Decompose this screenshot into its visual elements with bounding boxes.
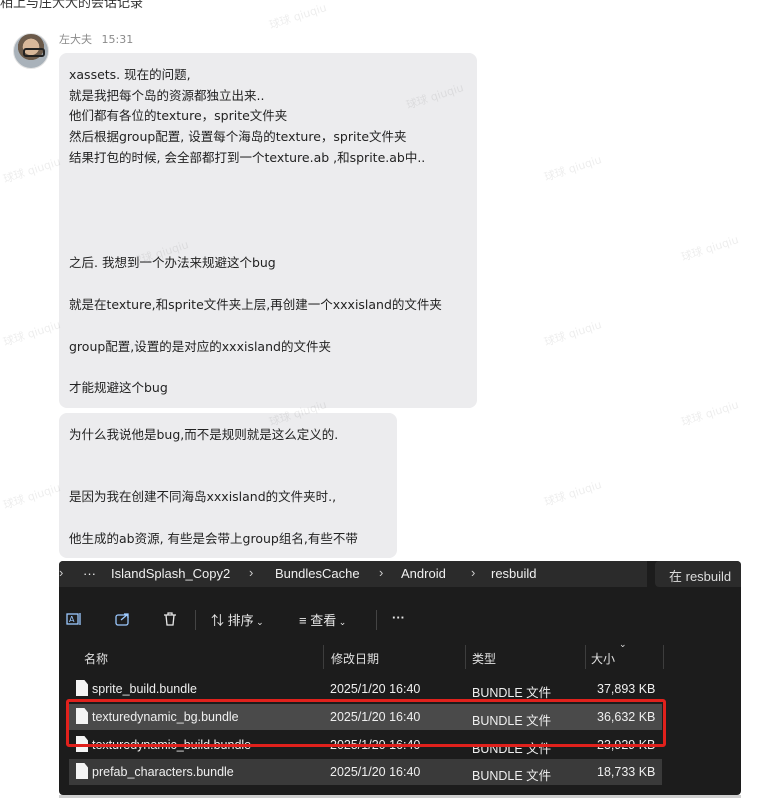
- message-bubble[interactable]: 为什么我说他是bug,而不是规则就是这么定义的. 是因为我在创建不同海岛xxxi…: [59, 413, 397, 558]
- message-line: 他们都有各位的texture，sprite文件夹: [69, 108, 288, 123]
- message-line: group配置,设置的是对应的xxxisland的文件夹: [69, 339, 331, 354]
- scroll-edge: [59, 795, 741, 798]
- file-size: 37,893 KB: [597, 682, 656, 696]
- message-line: 之后. 我想到一个办法来规避这个bug: [69, 255, 276, 270]
- search-input[interactable]: 在 resbuild: [655, 561, 741, 587]
- delete-icon[interactable]: [162, 611, 178, 627]
- chevron-right-icon: ›: [379, 565, 384, 580]
- table-row[interactable]: prefab_characters.bundle 2025/1/20 16:40…: [69, 759, 662, 785]
- chevron-down-icon: ⌄: [336, 617, 347, 627]
- share-icon[interactable]: [115, 611, 131, 627]
- message-line: 才能规避这个bug: [69, 380, 168, 395]
- file-icon: [76, 680, 88, 696]
- chevron-down-icon: ⌄: [253, 617, 264, 627]
- file-type: BUNDLE 文件: [472, 769, 552, 783]
- sort-button[interactable]: ⇅ 排序 ⌄: [211, 610, 264, 629]
- breadcrumb-item[interactable]: BundlesCache: [275, 566, 360, 581]
- file-size: 18,733 KB: [597, 765, 656, 779]
- message-time: 15:31: [101, 33, 134, 46]
- column-header-name[interactable]: 名称: [84, 650, 108, 667]
- watermark: 球球 qiuqiu: [679, 233, 741, 264]
- watermark: 球球 qiuqiu: [679, 398, 741, 429]
- message-line: xassets. 现在的问题,: [69, 67, 191, 82]
- view-icon: ≡: [299, 613, 311, 628]
- breadcrumb-item[interactable]: resbuild: [491, 566, 537, 581]
- message-bubble[interactable]: xassets. 现在的问题, 就是我把每个岛的资源都独立出来.. 他们都有各位…: [59, 53, 477, 408]
- message-line: 然后根据group配置, 设置每个海岛的texture，sprite文件夹: [69, 129, 407, 144]
- message-line: 是因为我在创建不同海岛xxxisland的文件夹时.,: [69, 489, 337, 504]
- watermark: 球球 qiuqiu: [267, 1, 329, 32]
- message-line: 就是我把每个岛的资源都独立出来..: [69, 88, 265, 103]
- message-line: 结果打包的时候, 会全部都打到一个texture.ab ,和sprite.ab中…: [69, 150, 426, 165]
- watermark: 球球 qiuqiu: [542, 478, 604, 509]
- breadcrumb-item[interactable]: Android: [401, 566, 446, 581]
- breadcrumb-item[interactable]: IslandSplash_Copy2: [111, 566, 230, 581]
- address-bar[interactable]: › ··· IslandSplash_Copy2 › BundlesCache …: [59, 561, 647, 587]
- message-line: 他生成的ab资源, 有些是会带上group组名,有些不带: [69, 531, 358, 546]
- watermark: 球球 qiuqiu: [1, 318, 63, 349]
- avatar[interactable]: [13, 33, 49, 69]
- file-date: 2025/1/20 16:40: [330, 682, 421, 696]
- column-header-type[interactable]: 类型: [472, 650, 496, 667]
- column-divider[interactable]: [663, 645, 664, 669]
- message-line: 为什么我说他是bug,而不是规则就是这么定义的.: [69, 427, 339, 442]
- more-options-button[interactable]: ···: [392, 610, 405, 625]
- watermark: 球球 qiuqiu: [1, 481, 63, 512]
- column-divider[interactable]: [585, 645, 586, 669]
- watermark: 球球 qiuqiu: [542, 318, 604, 349]
- view-button[interactable]: ≡ 查看 ⌄: [299, 610, 346, 629]
- column-header-date[interactable]: 修改日期: [331, 650, 379, 667]
- breadcrumb-more[interactable]: ···: [83, 566, 96, 581]
- column-header-size[interactable]: 大小: [591, 650, 615, 667]
- file-explorer-screenshot: › ··· IslandSplash_Copy2 › BundlesCache …: [59, 561, 741, 795]
- chevron-right-icon: ›: [249, 565, 254, 580]
- watermark: 球球 qiuqiu: [1, 155, 63, 186]
- rename-icon[interactable]: A: [66, 611, 82, 627]
- view-label: 查看: [310, 613, 337, 628]
- sort-icon: ⇅: [211, 613, 228, 628]
- sender-name[interactable]: 左大夫: [59, 33, 92, 46]
- sort-arrow-icon: ⌄: [619, 639, 627, 649]
- sort-label: 排序: [227, 613, 254, 628]
- toolbar-divider: [195, 610, 196, 630]
- message-line: 就是在texture,和sprite文件夹上层,再创建一个xxxisland的文…: [69, 297, 442, 312]
- svg-text:A: A: [69, 615, 75, 624]
- watermark: 球球 qiuqiu: [542, 153, 604, 184]
- file-name: prefab_characters.bundle: [92, 765, 234, 779]
- file-name: sprite_build.bundle: [92, 682, 197, 696]
- chevron-right-icon: ›: [59, 565, 64, 580]
- file-date: 2025/1/20 16:40: [330, 765, 421, 779]
- file-icon: [76, 763, 88, 779]
- message-meta: 左大夫 15:31: [59, 31, 133, 47]
- previous-message-text: 相上与庄大大的会话记录: [0, 0, 144, 11]
- highlight-box: [66, 699, 666, 747]
- column-divider[interactable]: [323, 645, 324, 669]
- column-divider[interactable]: [465, 645, 466, 669]
- chevron-right-icon: ›: [471, 565, 476, 580]
- toolbar-divider: [376, 610, 377, 630]
